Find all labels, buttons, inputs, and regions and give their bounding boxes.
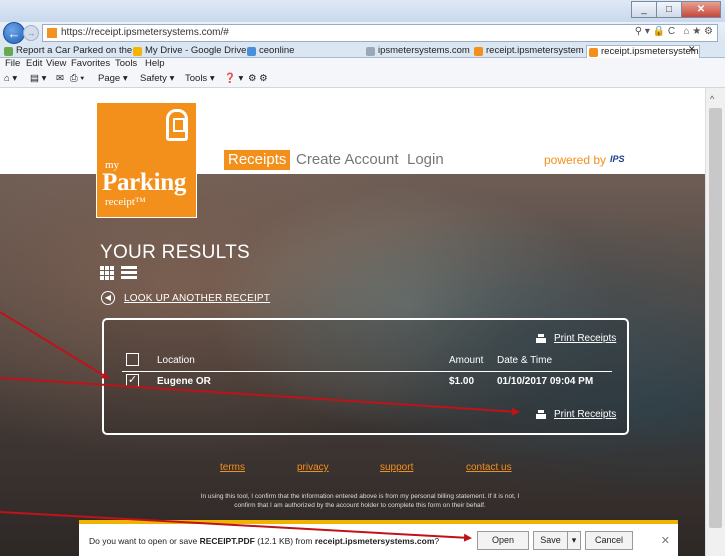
- tab-4[interactable]: ipsmetersystems.com: [364, 45, 474, 58]
- command-bar: ⌂ ▾ ▤ ▾ ✉ ⎙ ▾ Page ▾ Safety ▾ Tools ▾ ❓ …: [0, 70, 725, 88]
- column-header-datetime: Date & Time: [497, 355, 553, 366]
- tab-favicon-icon: [247, 47, 256, 56]
- scroll-thumb[interactable]: [709, 108, 722, 528]
- menu-tools[interactable]: Tools: [115, 58, 137, 70]
- list-view-icon[interactable]: [121, 266, 137, 280]
- tab-1[interactable]: Report a Car Parked on the ...: [2, 45, 150, 58]
- row-location: Eugene OR: [157, 376, 211, 387]
- open-button[interactable]: Open: [477, 531, 529, 550]
- menu-edit[interactable]: Edit: [26, 58, 42, 70]
- tab-5[interactable]: receipt.ipsmetersystems.co...: [472, 45, 584, 58]
- page-title: YOUR RESULTS: [100, 242, 250, 263]
- back-button[interactable]: ←: [3, 22, 25, 44]
- column-header-amount: Amount: [449, 355, 484, 366]
- address-bar-icons[interactable]: ⚲ ▾ 🔒 C ⌂ ★ ⚙: [635, 26, 713, 37]
- parking-meter-icon: [166, 109, 188, 141]
- footer-support-link[interactable]: support: [380, 462, 413, 473]
- forward-button[interactable]: →: [23, 25, 39, 41]
- disclaimer-text: In using this tool, I confirm that the i…: [200, 493, 520, 509]
- tab-label: Report a Car Parked on the ...: [16, 45, 143, 56]
- feeds-icon[interactable]: ▤ ▾: [30, 73, 46, 85]
- select-all-checkbox[interactable]: [126, 353, 139, 366]
- download-size: (12.1 KB) from: [254, 536, 315, 546]
- footer-terms-link[interactable]: terms: [220, 462, 245, 473]
- footer-contact-link[interactable]: contact us: [466, 462, 512, 473]
- window-titlebar: _ □ ✕: [0, 0, 725, 22]
- page-menu[interactable]: Page ▾: [98, 73, 128, 85]
- mail-icon[interactable]: ✉: [56, 73, 64, 85]
- grid-view-icon[interactable]: [100, 266, 115, 280]
- addon-icon[interactable]: ⚙ ⚙: [248, 73, 268, 85]
- print-receipts-link-top[interactable]: Print Receipts: [554, 333, 616, 344]
- menu-bar: File Edit View Favorites Tools Help: [0, 58, 725, 70]
- menu-help[interactable]: Help: [145, 58, 165, 70]
- nav-receipts[interactable]: Receipts: [224, 150, 291, 170]
- menu-favorites[interactable]: Favorites: [71, 58, 110, 70]
- tab-label: ipsmetersystems.com: [378, 45, 470, 56]
- logo-parking: Parking: [102, 169, 187, 196]
- row-amount: $1.00: [449, 376, 475, 387]
- logo-receipt: receipt™: [105, 196, 146, 208]
- download-host: receipt.ipsmetersystems.com: [314, 536, 435, 546]
- prompt-prefix: Do you want to open or save: [89, 536, 200, 546]
- printer-icon[interactable]: [536, 334, 546, 343]
- vertical-scrollbar[interactable]: ^: [705, 88, 725, 556]
- tab-6-active[interactable]: receipt.ipsmetersystems...: [586, 45, 700, 58]
- web-page: my Parking receipt™ Receipts Create Acco…: [0, 88, 705, 556]
- address-bar[interactable]: https://receipt.ipsmetersystems.com/# ⚲ …: [42, 24, 718, 42]
- tab-label: receipt.ipsmetersystems.co...: [486, 45, 584, 56]
- tab-favicon-icon: [474, 47, 483, 56]
- tab-label: ceonline: [259, 45, 295, 56]
- close-window-button[interactable]: ✕: [681, 1, 721, 18]
- nav-login[interactable]: Login: [407, 150, 444, 170]
- url-text: https://receipt.ipsmetersystems.com/#: [61, 27, 229, 38]
- close-tab-icon[interactable]: ✕: [688, 44, 696, 55]
- table-divider: [122, 371, 612, 372]
- download-filename: RECEIPT.PDF: [199, 536, 255, 546]
- tab-strip: Report a Car Parked on the ... My Drive …: [0, 44, 725, 58]
- scroll-up-icon[interactable]: ^: [710, 94, 714, 104]
- save-button[interactable]: Save: [533, 531, 568, 550]
- ips-logo[interactable]: IPS: [610, 154, 644, 168]
- menu-file[interactable]: File: [5, 58, 20, 70]
- tab-2[interactable]: My Drive - Google Drive: [131, 45, 255, 58]
- cancel-button[interactable]: Cancel: [585, 531, 633, 550]
- print-receipts-link-bottom[interactable]: Print Receipts: [554, 409, 616, 420]
- back-arrow-icon[interactable]: ◀: [101, 291, 115, 305]
- powered-by-text: powered by: [544, 153, 607, 167]
- row-checkbox-checked[interactable]: ✓: [126, 374, 139, 387]
- column-header-location: Location: [157, 355, 195, 366]
- tab-favicon-icon: [366, 47, 375, 56]
- safety-menu[interactable]: Safety ▾: [140, 73, 174, 85]
- tab-3[interactable]: ceonline: [245, 45, 355, 58]
- print-icon[interactable]: ⎙ ▾: [70, 73, 84, 85]
- tab-favicon-icon: [4, 47, 13, 56]
- look-up-another-receipt-link[interactable]: LOOK UP ANOTHER RECEIPT: [124, 293, 270, 304]
- results-table: Print Receipts Location Amount Date & Ti…: [102, 318, 629, 435]
- home-icon[interactable]: ⌂ ▾: [4, 73, 17, 85]
- minimize-button[interactable]: _: [631, 1, 657, 18]
- window-controls: _ □ ✕: [631, 1, 721, 18]
- close-icon[interactable]: ✕: [661, 534, 670, 547]
- prompt-suffix: ?: [434, 536, 440, 546]
- tab-label: receipt.ipsmetersystems...: [601, 46, 699, 57]
- download-notification-bar: Do you want to open or save RECEIPT.PDF …: [79, 520, 678, 556]
- tab-favicon-icon: [133, 47, 142, 56]
- menu-view[interactable]: View: [46, 58, 66, 70]
- help-icon[interactable]: ❓ ▾: [224, 73, 243, 85]
- tools-menu[interactable]: Tools ▾: [185, 73, 215, 85]
- address-row: ← → https://receipt.ipsmetersystems.com/…: [0, 22, 725, 44]
- download-prompt: Do you want to open or save RECEIPT.PDF …: [89, 536, 439, 546]
- printer-icon[interactable]: [536, 410, 546, 419]
- nav-create-account[interactable]: Create Account: [296, 150, 399, 170]
- tab-label: My Drive - Google Drive: [145, 45, 247, 56]
- parking-receipt-logo[interactable]: my Parking receipt™: [96, 102, 197, 218]
- footer-privacy-link[interactable]: privacy: [297, 462, 329, 473]
- save-options-dropdown[interactable]: ▾: [567, 531, 581, 550]
- tab-favicon-icon: [589, 48, 598, 57]
- row-datetime: 01/10/2017 09:04 PM: [497, 376, 594, 387]
- site-favicon-icon: [47, 28, 57, 38]
- maximize-button[interactable]: □: [656, 1, 682, 18]
